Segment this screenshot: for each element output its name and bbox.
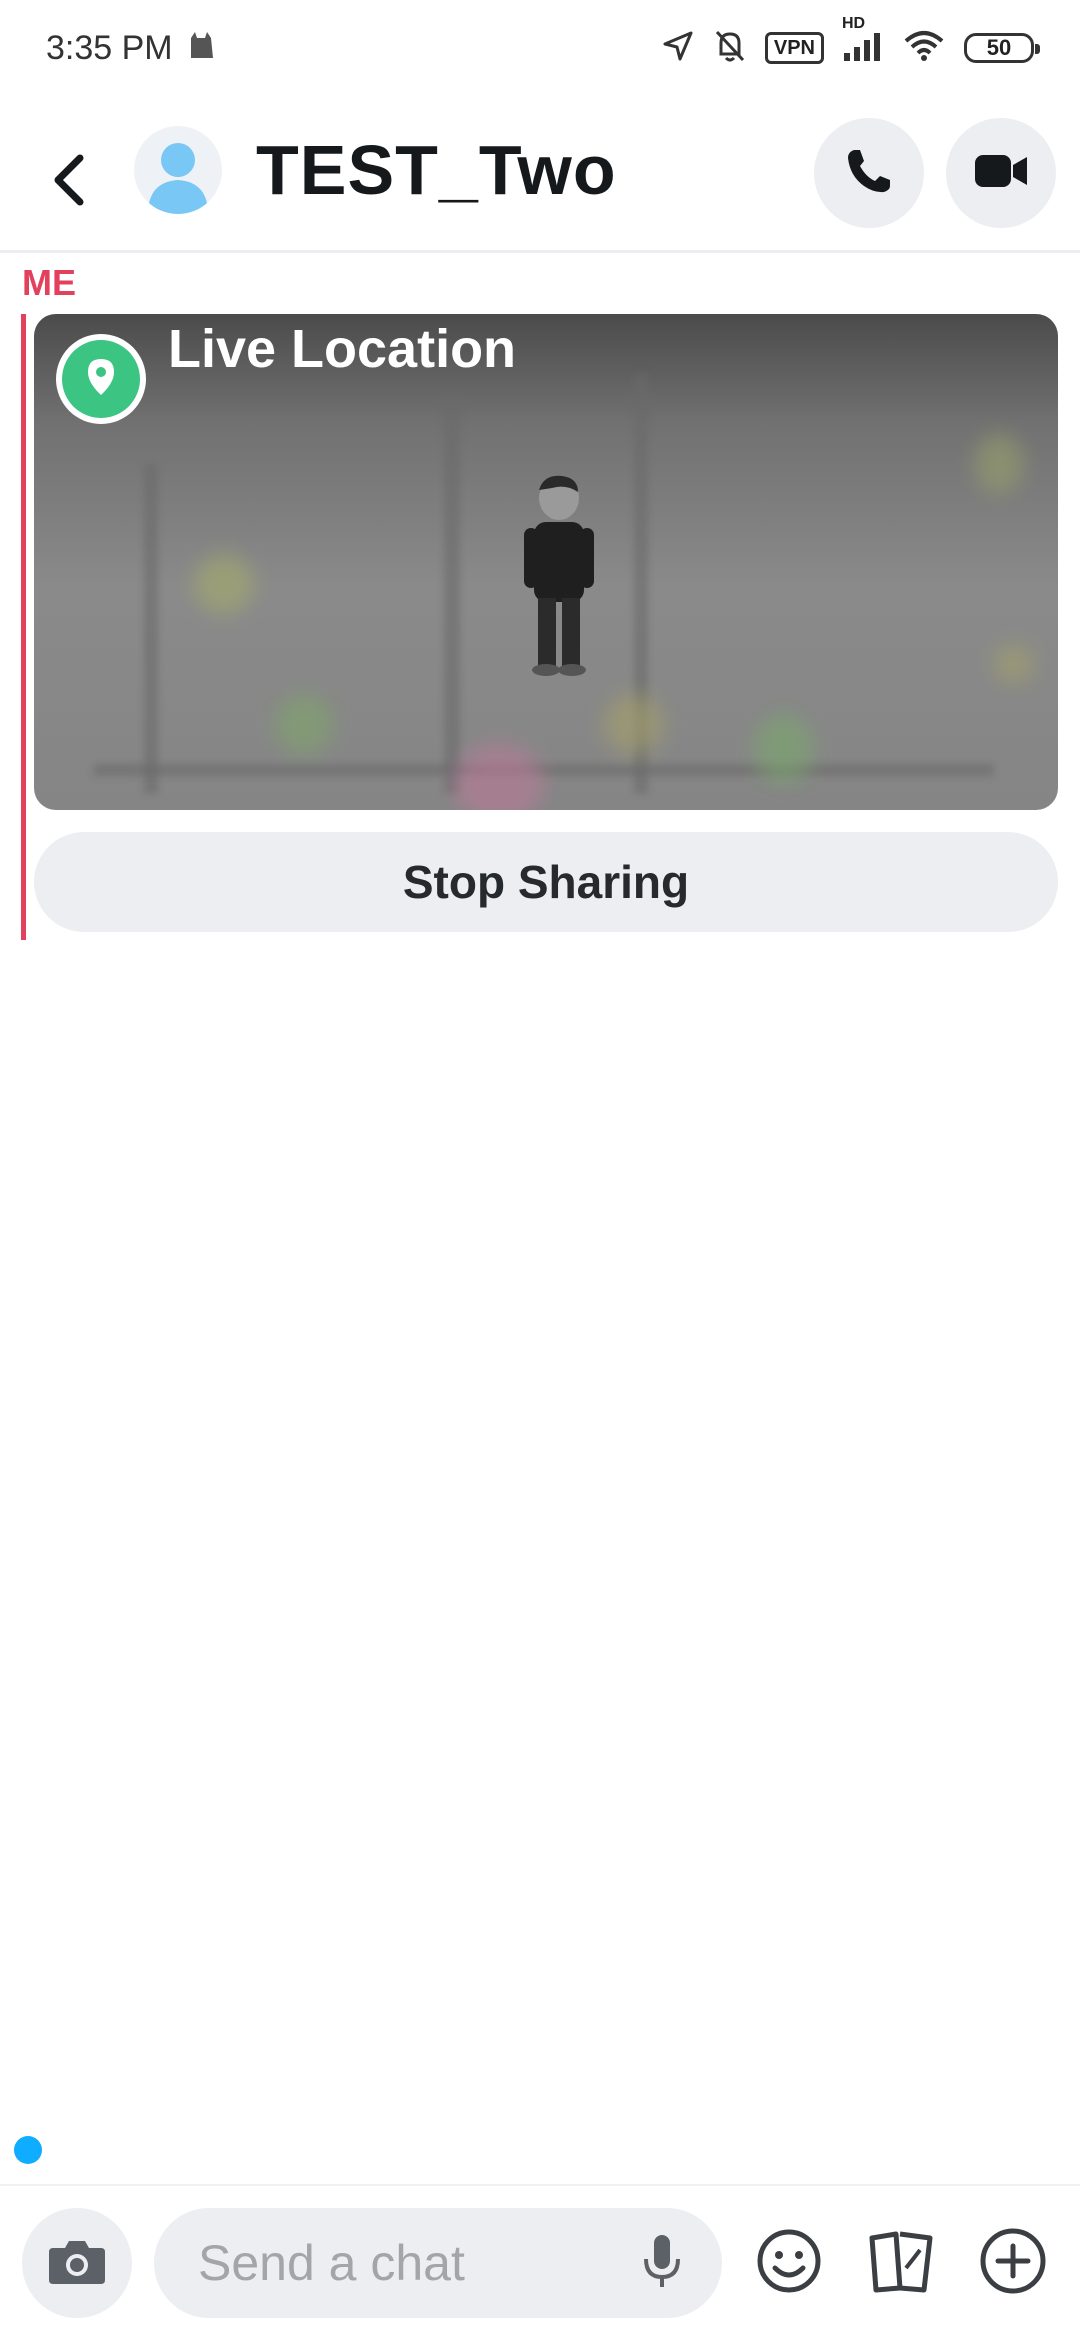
avatar[interactable]: [134, 126, 222, 214]
cat-icon: [187, 28, 217, 69]
chat-header: TEST_Two: [0, 110, 1080, 250]
map-blur-spot: [974, 434, 1024, 494]
chat-screen: 3:35 PM VPN HD 50 TEST_Two ME Live Locat…: [0, 0, 1080, 2340]
phone-icon: [844, 146, 894, 201]
avatar-silhouette-icon: [134, 143, 222, 214]
map-blur-line: [144, 464, 158, 794]
signal-icon: HD: [842, 15, 884, 68]
map-blur-spot: [454, 744, 544, 810]
map-blur-spot: [604, 694, 664, 754]
map-blur-spot: [994, 644, 1034, 684]
bell-muted-icon: [713, 28, 747, 69]
camera-button[interactable]: [22, 2208, 132, 2318]
live-location-title: Live Location: [168, 319, 517, 379]
map-blur-spot: [754, 714, 814, 784]
header-divider: [0, 250, 1080, 253]
status-left: 3:35 PM: [46, 28, 217, 69]
live-location-card[interactable]: Live Location: [34, 314, 1058, 810]
map-blur-spot: [194, 554, 254, 614]
microphone-button[interactable]: [632, 2230, 692, 2296]
bitmoji-avatar: [504, 470, 614, 680]
map-blur-line: [444, 394, 460, 794]
more-options-button[interactable]: [968, 2218, 1058, 2308]
location-arrow-icon: [661, 29, 695, 68]
emoji-button[interactable]: [744, 2218, 834, 2308]
battery-icon: 50: [964, 33, 1040, 63]
status-right: VPN HD 50: [661, 15, 1040, 69]
location-pin-icon: [84, 357, 118, 402]
chat-input-container[interactable]: [154, 2208, 722, 2318]
microphone-icon: [642, 2231, 682, 2296]
typing-indicator-dot: [14, 2136, 42, 2164]
map-blur-spot: [274, 694, 334, 754]
video-camera-icon: [973, 151, 1029, 196]
back-arrow-icon: [48, 152, 88, 213]
back-button[interactable]: [36, 134, 100, 230]
stop-sharing-button[interactable]: Stop Sharing: [34, 832, 1058, 932]
chat-input[interactable]: [198, 2234, 618, 2292]
location-pin-badge: [56, 334, 146, 424]
sender-indicator-bar: [21, 314, 26, 940]
plus-circle-icon: [978, 2226, 1048, 2301]
status-bar: 3:35 PM VPN HD 50: [0, 0, 1080, 96]
camera-icon: [47, 2236, 107, 2291]
video-call-button[interactable]: [946, 118, 1056, 228]
smiley-icon: [756, 2228, 822, 2299]
status-time: 3:35 PM: [46, 28, 173, 67]
sticker-button[interactable]: [856, 2218, 946, 2308]
page-title[interactable]: TEST_Two: [256, 130, 617, 210]
wifi-icon: [902, 29, 946, 68]
composer-divider: [0, 2184, 1080, 2186]
sender-label: ME: [22, 262, 76, 303]
sticker-cards-icon: [866, 2228, 936, 2299]
vpn-icon: VPN: [764, 32, 824, 64]
voice-call-button[interactable]: [814, 118, 924, 228]
network-label: HD: [842, 14, 866, 32]
map-blur-line: [94, 764, 994, 776]
